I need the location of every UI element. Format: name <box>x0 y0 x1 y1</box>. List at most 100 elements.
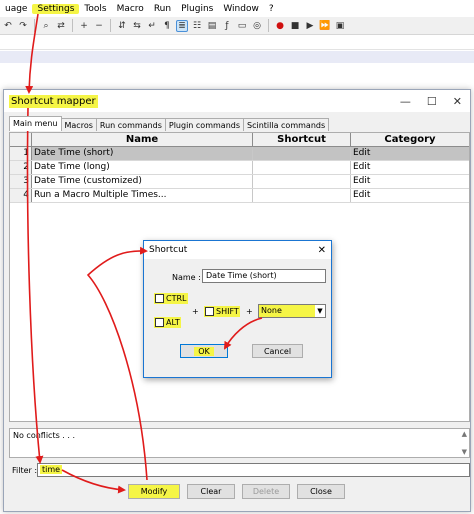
minimize-icon[interactable]: — <box>400 95 411 108</box>
replace-icon[interactable]: ⇄ <box>55 20 67 32</box>
filter-value: time <box>40 465 63 474</box>
checkbox-box <box>155 318 164 327</box>
stop-macro-icon[interactable]: ■ <box>289 20 301 32</box>
ctrl-checkbox[interactable]: CTRL <box>154 293 188 304</box>
delete-button[interactable]: Delete <box>242 484 290 499</box>
row-number: 4 <box>10 189 32 202</box>
category-value: Edit <box>351 147 469 160</box>
category-value: Edit <box>353 162 371 172</box>
ctrl-label: CTRL <box>166 294 187 303</box>
shortcut-dialog-title: Shortcut <box>149 245 188 255</box>
cancel-button[interactable]: Cancel <box>252 344 303 358</box>
indent-guide-icon[interactable]: ≣ <box>176 19 188 32</box>
zoom-out-icon[interactable]: − <box>93 20 105 32</box>
shortcut-value <box>253 161 351 174</box>
shortcut-mapper-titlebar: Shortcut mapper — ☐ ✕ <box>4 90 470 112</box>
menu-item-run[interactable]: Run <box>149 4 176 14</box>
scroll-down-icon[interactable]: ▼ <box>462 448 467 456</box>
zoom-in-icon[interactable]: + <box>78 20 90 32</box>
language-icon[interactable]: ☷ <box>191 20 203 32</box>
shortcut-value <box>253 189 351 202</box>
table-row[interactable]: 2 Date Time (long) Edit <box>10 161 469 175</box>
ok-label: OK <box>194 346 214 356</box>
menu-item-tools[interactable]: Tools <box>79 4 111 14</box>
conflicts-text: No conflicts . . . <box>13 431 76 440</box>
sync-horizontal-icon[interactable]: ⇆ <box>131 20 143 32</box>
record-macro-icon[interactable]: ● <box>274 20 286 32</box>
menu-item-uage[interactable]: uage <box>0 4 32 14</box>
shortcut-dialog-titlebar: Shortcut ✕ <box>144 241 331 259</box>
play-macro-icon[interactable]: ▶ <box>304 20 316 32</box>
table-row[interactable]: 1 Date Time (short) Edit <box>10 147 469 161</box>
name-label: Name : <box>172 273 201 282</box>
shift-checkbox[interactable]: SHIFT <box>204 306 240 317</box>
filter-label: Filter : <box>12 466 38 475</box>
alt-label: ALT <box>166 318 180 327</box>
table-row[interactable]: 4 Run a Macro Multiple Times... Edit <box>10 189 469 203</box>
document-map-icon[interactable]: ▤ <box>206 20 218 32</box>
ok-button[interactable]: OK <box>180 344 228 358</box>
chevron-down-icon: ▼ <box>317 307 323 315</box>
show-all-chars-icon[interactable]: ¶ <box>161 20 173 32</box>
grid-header: Name Shortcut Category <box>10 133 469 147</box>
mapper-tabs: Main menu Macros Run commands Plugin com… <box>9 116 330 131</box>
toolbar-separator <box>268 19 269 32</box>
key-dropdown[interactable]: None ▼ <box>258 304 326 318</box>
shortcut-column-header[interactable]: Shortcut <box>253 133 351 146</box>
current-line-highlight <box>0 51 474 63</box>
tab-macros[interactable]: Macros <box>60 118 97 131</box>
plus-sign: + <box>192 307 199 316</box>
toolbar-separator <box>72 19 73 32</box>
menu-item-window[interactable]: Window <box>218 4 264 14</box>
close-button[interactable]: Close <box>297 484 345 499</box>
category-column-header[interactable]: Category <box>351 133 469 146</box>
menu-item-help[interactable]: ? <box>264 4 279 14</box>
find-icon[interactable]: ⌕ <box>40 20 52 32</box>
monitoring-icon[interactable]: ◎ <box>251 20 263 32</box>
scroll-up-icon[interactable]: ▲ <box>462 430 467 438</box>
modify-button[interactable]: Modify <box>128 484 180 499</box>
shortcut-mapper-title: Shortcut mapper <box>9 94 98 108</box>
category-value: Edit <box>353 176 371 186</box>
menubar: uage Settings Tools Macro Run Plugins Window? <box>0 0 474 17</box>
maximize-icon[interactable]: ☐ <box>427 95 437 108</box>
tab-bar <box>0 36 474 50</box>
function-list-icon[interactable]: ƒ <box>221 20 233 32</box>
command-name: Run a Macro Multiple Times... <box>32 189 253 202</box>
redo-icon[interactable]: ↷ <box>17 20 29 32</box>
tab-main-menu[interactable]: Main menu <box>9 116 62 131</box>
command-name: Date Time (customized) <box>32 175 253 188</box>
name-column-header[interactable]: Name <box>32 133 253 146</box>
menu-item-plugins[interactable]: Plugins <box>176 4 218 14</box>
run-macro-multiple-icon[interactable]: ⏩ <box>319 20 331 32</box>
table-row[interactable]: 3 Date Time (customized) Edit <box>10 175 469 189</box>
folder-workspace-icon[interactable]: ▭ <box>236 20 248 32</box>
toolbar-separator <box>110 19 111 32</box>
save-macro-icon[interactable]: ▣ <box>334 20 346 32</box>
close-icon[interactable]: ✕ <box>318 245 326 256</box>
toolbar: ↶ ↷ ⌕ ⇄ + − ⇵ ⇆ ↵ ¶ ≣ ☷ ▤ ƒ ▭ ◎ ● ■ ▶ ⏩ … <box>0 17 474 35</box>
category-value: Edit <box>353 190 371 200</box>
menu-item-macro[interactable]: Macro <box>112 4 149 14</box>
word-wrap-icon[interactable]: ↵ <box>146 20 158 32</box>
command-name: Date Time (long) <box>32 161 253 174</box>
row-number: 2 <box>10 161 32 174</box>
tab-scintilla-commands[interactable]: Scintilla commands <box>243 118 330 131</box>
name-field[interactable]: Date Time (short) <box>202 269 326 283</box>
close-icon[interactable]: ✕ <box>453 95 462 108</box>
row-number-header <box>10 133 32 146</box>
command-name: Date Time (short) <box>32 147 253 160</box>
filter-input[interactable]: time <box>37 463 470 477</box>
alt-checkbox[interactable]: ALT <box>154 317 181 328</box>
conflicts-box: No conflicts . . . ▲ ▼ <box>9 428 470 458</box>
tab-plugin-commands[interactable]: Plugin commands <box>164 118 245 131</box>
tab-run-commands[interactable]: Run commands <box>95 118 166 131</box>
menu-item-settings[interactable]: Settings <box>32 3 80 14</box>
sync-vertical-icon[interactable]: ⇵ <box>116 20 128 32</box>
row-number: 3 <box>10 175 32 188</box>
undo-icon[interactable]: ↶ <box>2 20 14 32</box>
checkbox-box <box>205 307 214 316</box>
key-dropdown-value: None <box>259 305 315 317</box>
clear-button[interactable]: Clear <box>187 484 235 499</box>
shift-label: SHIFT <box>216 307 239 316</box>
